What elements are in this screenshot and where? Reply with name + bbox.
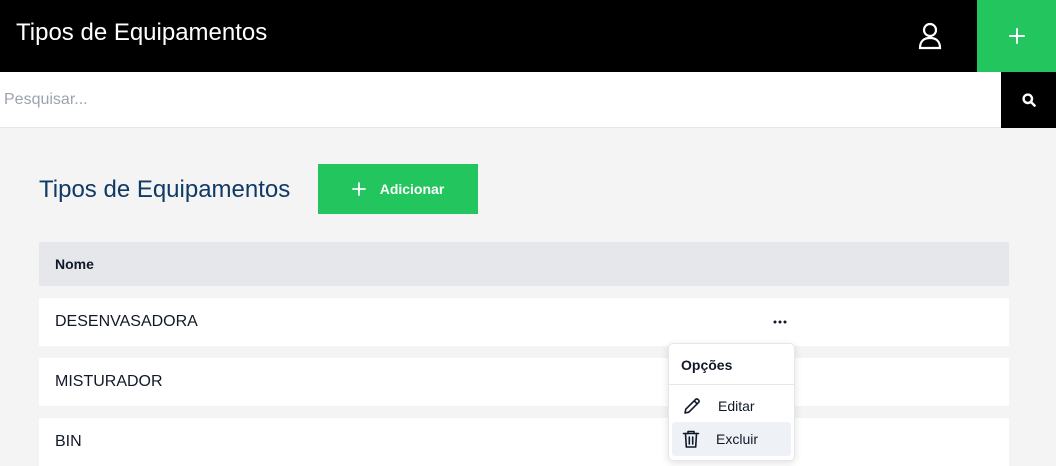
row-name: DESENVASADORA — [55, 313, 198, 330]
search-bar — [0, 72, 1056, 128]
trash-icon — [682, 430, 700, 448]
pencil-icon — [684, 398, 700, 414]
top-bar: Tipos de Equipamentos — [0, 0, 1056, 72]
table-row[interactable]: MISTURADOR — [39, 358, 1009, 406]
table-row[interactable]: DESENVASADORA — [39, 298, 1009, 346]
plus-icon — [1008, 28, 1025, 44]
options-dropdown: Opções Editar Excluir — [668, 343, 795, 461]
delete-option[interactable]: Excluir — [672, 422, 791, 456]
table-row[interactable]: BIN — [39, 418, 1009, 466]
row-options-button[interactable] — [770, 312, 790, 332]
search-button[interactable] — [1001, 72, 1056, 128]
add-button[interactable]: Adicionar — [318, 164, 478, 214]
search-input[interactable] — [0, 72, 1001, 127]
add-button-label: Adicionar — [379, 181, 445, 197]
edit-option-label: Editar — [718, 398, 755, 414]
user-icon — [918, 22, 942, 50]
dropdown-divider — [669, 384, 794, 385]
table-header: Nome — [39, 242, 1009, 286]
app-title: Tipos de Equipamentos — [16, 19, 268, 46]
header-add-button[interactable] — [977, 0, 1056, 72]
user-button[interactable] — [906, 14, 954, 58]
more-horizontal-icon — [773, 320, 787, 324]
row-name: BIN — [55, 433, 82, 450]
row-name: MISTURADOR — [55, 373, 163, 390]
delete-option-label: Excluir — [716, 431, 759, 447]
plus-icon — [351, 182, 366, 196]
column-header-nome: Nome — [55, 256, 94, 272]
options-dropdown-title: Opções — [681, 357, 733, 373]
search-icon — [1021, 93, 1036, 107]
page-title: Tipos de Equipamentos — [39, 176, 291, 203]
edit-option[interactable]: Editar — [672, 389, 791, 423]
